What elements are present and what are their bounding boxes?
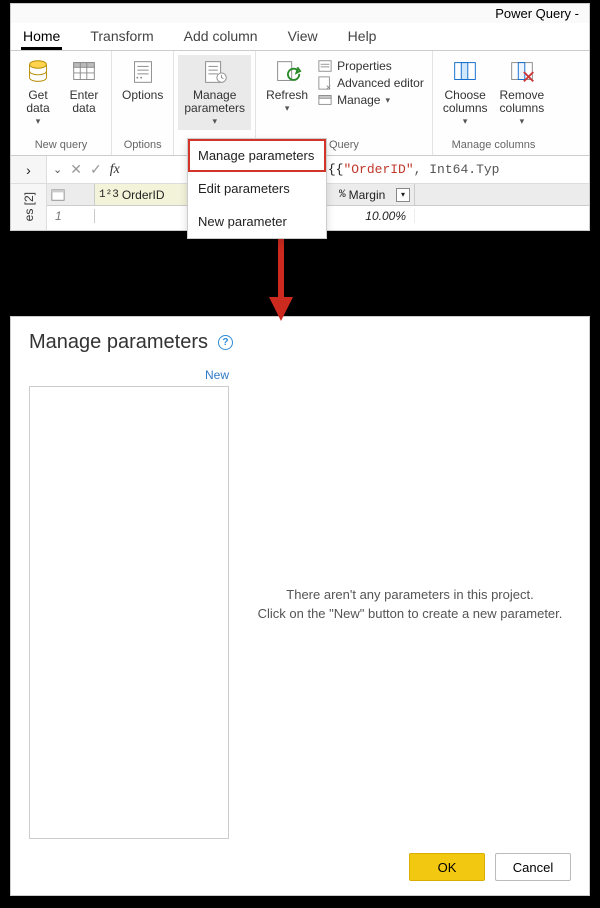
choose-columns-icon — [450, 57, 480, 87]
tab-transform[interactable]: Transform — [88, 24, 155, 50]
list-icon — [128, 57, 158, 87]
empty-state: There aren't any parameters in this proj… — [249, 368, 571, 839]
ribbon-tabs: Home Transform Add column View Help — [11, 23, 589, 51]
fx-icon[interactable]: fx — [110, 162, 120, 178]
group-label-manage-columns: Manage columns — [437, 139, 550, 153]
ok-button[interactable]: OK — [409, 853, 485, 881]
tab-home[interactable]: Home — [21, 24, 62, 50]
row-header-corner — [47, 184, 95, 205]
int-type-icon: 1²3 — [99, 189, 119, 201]
chevron-down-icon: ▾ — [285, 102, 290, 115]
cancel-button[interactable]: Cancel — [495, 853, 571, 881]
formula-controls: ⌄ ✕ ✓ fx — [47, 156, 197, 183]
manage-parameters-dialog: Manage parameters ? New There aren't any… — [10, 316, 590, 896]
group-label-options: Options — [116, 139, 169, 153]
empty-line2: Click on the "New" button to create a ne… — [258, 606, 563, 621]
remove-columns-icon — [507, 57, 537, 87]
empty-line1: There aren't any parameters in this proj… — [286, 587, 533, 602]
menu-new-parameter[interactable]: New parameter — [188, 205, 326, 238]
remove-columns-button[interactable]: Remove columns ▾ — [494, 55, 551, 130]
ribbon-group-new-query: Get data ▾ Enter data New query — [11, 51, 112, 155]
column-header-orderid[interactable]: 1²3 OrderID — [95, 184, 195, 205]
column-header-orderid-label: OrderID — [122, 188, 165, 202]
row-number: 1 — [47, 209, 95, 223]
get-data-button[interactable]: Get data ▾ — [15, 55, 61, 130]
column-header-margin[interactable]: % Margin ▾ — [335, 184, 415, 205]
remove-columns-label: Remove columns — [500, 89, 545, 115]
database-icon — [23, 57, 53, 87]
table-icon — [51, 188, 65, 202]
manage-parameters-label: Manage parameters — [184, 89, 245, 115]
chevron-down-icon: ▾ — [463, 115, 468, 128]
refresh-button[interactable]: Refresh ▾ — [260, 55, 314, 117]
enter-data-label: Enter data — [70, 89, 99, 115]
formula-accept-icon[interactable]: ✓ — [90, 161, 102, 178]
manage-parameters-button[interactable]: Manage parameters ▾ — [178, 55, 251, 130]
properties-label: Properties — [337, 59, 392, 73]
queries-side-label[interactable]: es [2] — [11, 184, 47, 230]
refresh-label: Refresh — [266, 89, 308, 102]
advanced-editor-icon — [318, 76, 332, 90]
tab-view[interactable]: View — [286, 24, 320, 50]
chevron-down-icon: ▾ — [212, 115, 217, 128]
manage-label: Manage — [337, 93, 380, 107]
enter-data-button[interactable]: Enter data — [61, 55, 107, 117]
help-icon[interactable]: ? — [218, 335, 233, 350]
queries-pane-toggle[interactable]: › — [11, 156, 47, 183]
menu-manage-parameters[interactable]: Manage parameters — [188, 139, 326, 172]
group-label-new-query: New query — [15, 139, 107, 153]
parameter-list-panel: New — [29, 368, 229, 839]
chevron-down-icon: ▾ — [385, 95, 390, 106]
tab-add-column[interactable]: Add column — [182, 24, 260, 50]
properties-button[interactable]: Properties — [318, 59, 424, 73]
get-data-label: Get data — [26, 89, 49, 115]
formula-cancel-icon[interactable]: ✕ — [70, 161, 82, 178]
percent-type-icon: % — [339, 189, 346, 201]
chevron-down-icon: ▾ — [520, 115, 525, 128]
refresh-icon — [272, 57, 302, 87]
column-header-margin-label: Margin — [349, 188, 386, 202]
menu-edit-parameters[interactable]: Edit parameters — [188, 172, 326, 205]
column-filter-button[interactable]: ▾ — [396, 188, 410, 202]
window-title: Power Query - — [11, 4, 589, 23]
annotation-arrow — [266, 233, 296, 323]
manage-icon — [318, 93, 332, 107]
properties-icon — [318, 59, 332, 73]
new-parameter-link[interactable]: New — [205, 368, 229, 382]
ribbon-group-manage-columns: Choose columns ▾ Remove columns ▾ Manage… — [433, 51, 554, 155]
manage-parameters-dropdown: Manage parameters Edit parameters New pa… — [187, 138, 327, 239]
dialog-buttons: OK Cancel — [29, 853, 571, 881]
ribbon-group-options: Options Options — [112, 51, 174, 155]
tab-help[interactable]: Help — [346, 24, 379, 50]
options-label: Options — [122, 89, 163, 102]
choose-columns-label: Choose columns — [443, 89, 488, 115]
manage-button[interactable]: Manage ▾ — [318, 93, 424, 107]
parameters-icon — [200, 57, 230, 87]
chevron-down-icon[interactable]: ⌄ — [53, 163, 62, 176]
choose-columns-button[interactable]: Choose columns ▾ — [437, 55, 494, 130]
cell-margin[interactable]: 10.00% — [335, 209, 415, 223]
table-icon — [69, 57, 99, 87]
options-button[interactable]: Options — [116, 55, 169, 104]
advanced-editor-button[interactable]: Advanced editor — [318, 76, 424, 90]
advanced-editor-label: Advanced editor — [337, 76, 424, 90]
chevron-down-icon: ▾ — [36, 115, 41, 128]
dialog-title: Manage parameters — [29, 331, 208, 354]
parameter-list[interactable] — [29, 386, 229, 839]
